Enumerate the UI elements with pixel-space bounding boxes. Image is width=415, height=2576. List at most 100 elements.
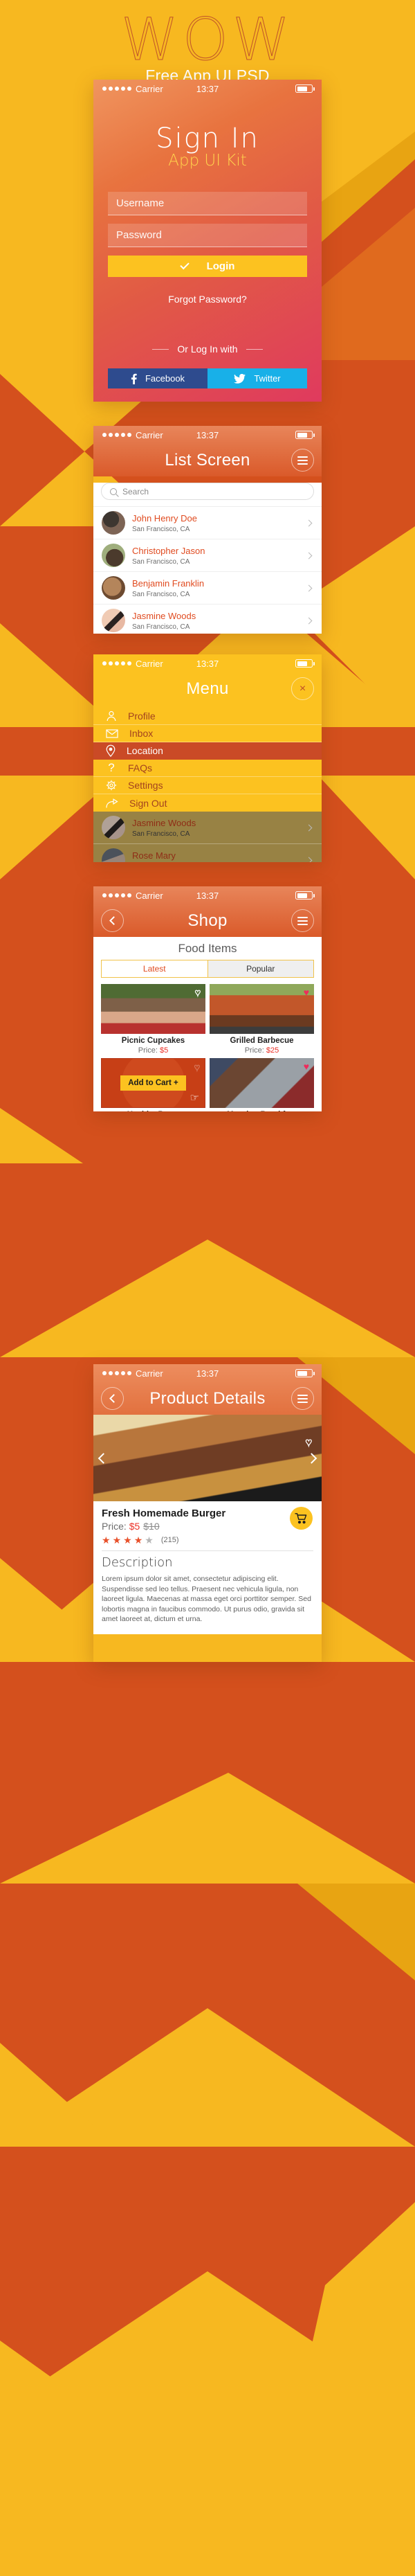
clock-label: 13:37 (196, 1368, 219, 1379)
product-price: Price: $5 (101, 1046, 205, 1055)
status-bar: Carrier 13:37 (93, 80, 322, 98)
product-card[interactable]: ♥ Picnic Cupcakes Price: $5 (101, 984, 205, 1055)
add-to-cart-button[interactable]: Add to Cart + (120, 1075, 186, 1091)
search-input[interactable]: Search (101, 483, 314, 500)
price-label: Price: (138, 1046, 160, 1055)
close-icon[interactable]: × (291, 677, 314, 700)
close-glyph: × (299, 682, 306, 695)
person-icon (107, 710, 116, 722)
menu-item-label: Settings (128, 780, 163, 791)
product-price: Price: $25 (210, 1046, 314, 1055)
price-amount: $5 (159, 1046, 169, 1055)
carousel-prev-icon[interactable] (98, 1452, 109, 1464)
list-item-location: San Francisco, CA (132, 557, 190, 566)
list-item-location: San Francisco, CA (132, 623, 190, 631)
menu-item-label: Inbox (129, 728, 154, 739)
list-body: Search John Henry Doe San Francisco, CA … (93, 483, 322, 634)
list-header: Carrier 13:37 List Screen (93, 426, 322, 476)
page-title: Menu (186, 679, 229, 698)
page-title: Product Details (149, 1388, 266, 1408)
menu-item-settings[interactable]: Settings (93, 777, 322, 794)
favorite-heart-icon[interactable]: ♥ (304, 1062, 309, 1071)
login-button[interactable]: Login (108, 256, 307, 277)
product-card[interactable]: ♥ Morning Breakfast Price: $25 (210, 1058, 314, 1111)
list-item[interactable]: Jasmine Woods San Francisco, CA (93, 812, 322, 843)
or-divider: Or Log In with (108, 343, 307, 355)
list-item[interactable]: John Henry Doe San Francisco, CA (93, 506, 322, 539)
page-subtitle: App UI Kit (168, 152, 247, 170)
clock-label: 13:37 (196, 83, 219, 94)
navigation-bar: Product Details (93, 1382, 322, 1415)
price-old: $10 (143, 1521, 160, 1532)
menu-item-location[interactable]: Location (93, 742, 322, 760)
twitter-login-label: Twitter (254, 373, 281, 384)
product-name: Healthy Pasta (101, 1110, 205, 1111)
chevron-right-icon (305, 552, 313, 559)
menu-item-profile[interactable]: Profile (93, 708, 322, 725)
list-item[interactable]: Christopher Jason San Francisco, CA (93, 539, 322, 571)
status-bar: Carrier 13:37 (93, 886, 322, 904)
status-bar: Carrier 13:37 (93, 1364, 322, 1382)
list-item[interactable]: Jasmine Woods San Francisco, CA (93, 604, 322, 634)
price-amount: $25 (266, 1046, 279, 1055)
clock-label: 13:37 (196, 658, 219, 669)
battery-icon (295, 891, 315, 900)
star-icon: ★ (133, 1535, 143, 1546)
shopping-cart-icon[interactable] (290, 1507, 313, 1530)
screen-list: Carrier 13:37 List Screen Search John He… (93, 426, 322, 634)
forgot-password-link[interactable]: Forgot Password? (108, 294, 307, 305)
tab-latest[interactable]: Latest (102, 960, 208, 977)
page-title: List Screen (165, 450, 250, 469)
list-item-name: Rose Mary (132, 850, 176, 861)
username-input[interactable]: Username (108, 192, 307, 215)
chevron-right-icon (305, 824, 313, 831)
menu-item-faqs[interactable]: ? FAQs (93, 760, 322, 777)
chevron-right-icon (305, 617, 313, 624)
navigation-bar: List Screen (93, 444, 322, 476)
product-card[interactable]: ♥ Add to Cart + ☞ Healthy Pasta Price: $… (101, 1058, 205, 1111)
back-chevron-icon[interactable] (101, 909, 124, 932)
favorite-heart-icon[interactable]: ♥ (305, 1437, 313, 1449)
facebook-login-label: Facebook (145, 373, 185, 384)
favorite-heart-icon[interactable]: ♥ (304, 987, 309, 997)
tab-popular[interactable]: Popular (207, 960, 313, 977)
back-chevron-icon[interactable] (101, 1387, 124, 1410)
shop-header: Carrier 13:37 Shop (93, 886, 322, 937)
navigation-bar: Menu × (93, 672, 322, 705)
product-image: ♥ (101, 984, 205, 1034)
navigation-bar: Shop (93, 904, 322, 937)
password-input[interactable]: Password (108, 224, 307, 247)
hamburger-icon[interactable] (291, 909, 314, 932)
status-bar: Carrier 13:37 (93, 426, 322, 444)
product-card[interactable]: ♥ Grilled Barbecue Price: $25 (210, 984, 314, 1055)
signout-icon (106, 798, 118, 808)
list-item[interactable]: Benjamin Franklin San Francisco, CA (93, 571, 322, 604)
product-info: Fresh Homemade Burger Price: $5 $10 ★ ★ ★… (93, 1501, 322, 1634)
menu-item-inbox[interactable]: Inbox (93, 725, 322, 742)
favorite-heart-icon[interactable]: ♥ (194, 987, 201, 997)
clock-label: 13:37 (196, 890, 219, 901)
price-amount: $5 (129, 1521, 140, 1532)
hamburger-icon[interactable] (291, 1387, 314, 1410)
menu-item-signout[interactable]: Sign Out (93, 794, 322, 812)
password-placeholder: Password (116, 229, 162, 241)
product-name: Picnic Cupcakes (121, 1037, 185, 1045)
menu-people-list: Jasmine Woods San Francisco, CA Rose Mar… (93, 812, 322, 862)
hamburger-icon[interactable] (291, 449, 314, 472)
battery-icon (295, 1369, 315, 1377)
price-label: Price: (244, 1046, 266, 1055)
chevron-right-icon (305, 519, 313, 526)
divider (102, 1550, 313, 1551)
pin-icon (106, 744, 116, 757)
description-heading: Description (102, 1555, 173, 1570)
facebook-login-button[interactable]: Facebook (108, 368, 208, 388)
page-title: Sign In (156, 123, 259, 154)
login-button-label: Login (206, 260, 235, 272)
facebook-icon (131, 373, 137, 384)
avatar (102, 576, 125, 600)
list-item[interactable]: Rose Mary San Francisco, CA (93, 843, 322, 862)
gear-icon (106, 780, 117, 791)
carousel-next-icon[interactable] (306, 1452, 317, 1464)
twitter-login-button[interactable]: Twitter (208, 368, 307, 388)
shop-body: Food Items Latest Popular ♥ Picnic Cupca… (93, 937, 322, 1111)
